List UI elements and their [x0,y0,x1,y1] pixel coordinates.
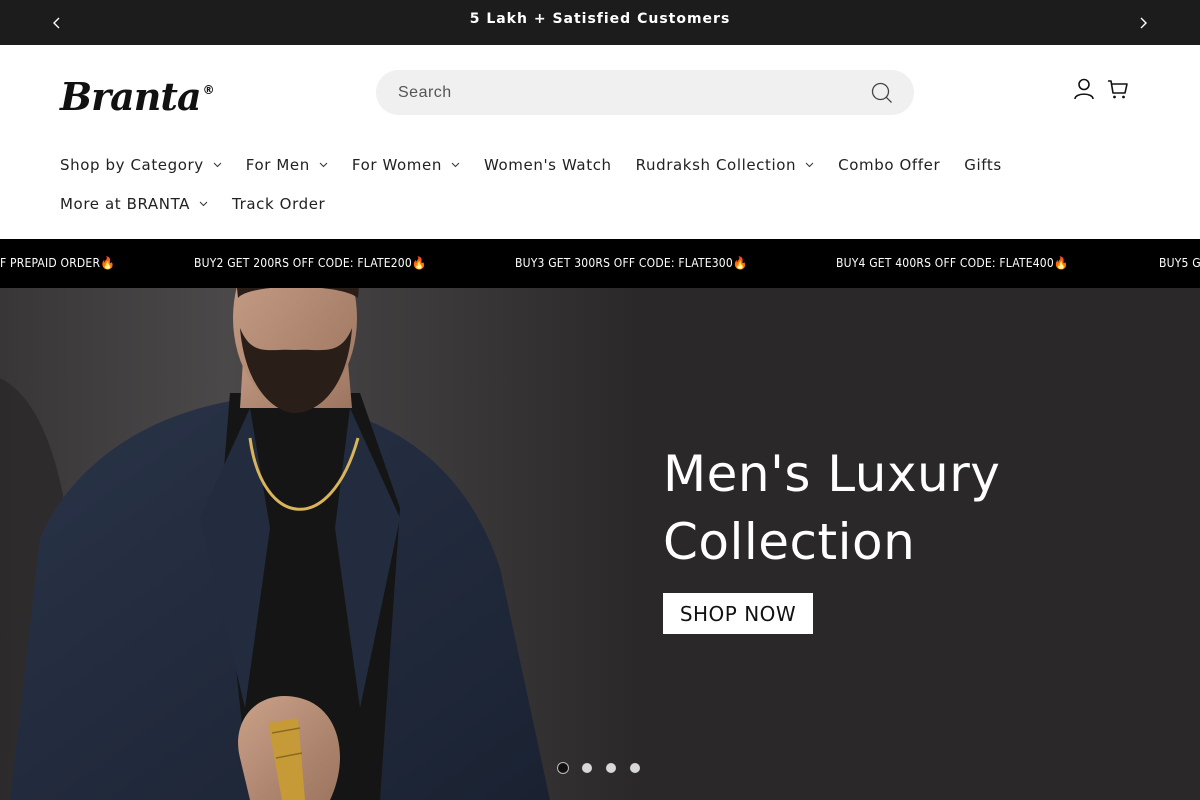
shop-now-button[interactable]: SHOP NOW [663,593,813,634]
announcement-text: 5 Lakh + Satisfied Customers [469,11,731,27]
nav-item-womens-watch[interactable]: Women's Watch [484,156,612,174]
hero-headline-line-2: Collection [663,513,916,571]
hero-headline-line-1: Men's Luxury [663,445,1001,503]
nav-item-label: Rudraksh Collection [635,155,797,174]
nav-row-2: More at BRANTA Track Order [60,184,1160,223]
slide-dot-3[interactable] [606,763,616,773]
chevron-down-icon [199,199,208,208]
announcement-bar: 5 Lakh + Satisfied Customers [0,0,1200,45]
search-icon[interactable] [870,81,894,105]
promo-item: BUY5 G [1159,256,1200,270]
cart-icon[interactable] [1105,76,1131,102]
nav-item-shop-by-category[interactable]: Shop by Category [60,156,222,174]
nav-item-combo-offer[interactable]: Combo Offer [838,156,940,174]
nav-item-more-at-branta[interactable]: More at BRANTA [60,195,208,213]
nav-item-label: Shop by Category [60,155,204,174]
user-icon[interactable] [1071,76,1097,102]
hero-headline: Men's Luxury Collection [663,440,1123,576]
promo-marquee: F PREPAID ORDER🔥 BUY2 GET 200RS OFF CODE… [0,239,1200,288]
brand-logo[interactable]: Branta ® [60,74,215,119]
chevron-down-icon [805,160,814,169]
nav-item-label: For Men [245,155,310,174]
site-header: Branta ® Shop by Category For Men For Wo… [0,45,1200,239]
promo-item: BUY3 GET 300RS OFF CODE: FLATE300🔥 [515,256,749,270]
slide-dot-2[interactable] [582,763,592,773]
nav-row-1: Shop by Category For Men For Women Women… [60,145,1160,184]
nav-item-label: Combo Offer [838,155,941,174]
promo-item: BUY4 GET 400RS OFF CODE: FLATE400🔥 [836,256,1070,270]
nav-item-label: Women's Watch [483,155,612,174]
slide-dot-1[interactable] [558,763,568,773]
nav-item-label: More at BRANTA [60,194,191,213]
logo-registered-mark: ® [202,83,215,97]
slide-indicators [558,763,640,773]
chevron-down-icon [451,160,460,169]
chevron-right-icon[interactable] [1133,13,1153,33]
slide-dot-4[interactable] [630,763,640,773]
nav-item-label: Gifts [964,155,1002,174]
main-navigation: Shop by Category For Men For Women Women… [60,145,1160,223]
nav-item-gifts[interactable]: Gifts [964,156,1002,174]
nav-item-label: Track Order [232,194,326,213]
search-bar [376,70,914,115]
promo-item: BUY2 GET 200RS OFF CODE: FLATE200🔥 [194,256,428,270]
search-input[interactable] [396,82,870,103]
nav-item-label: For Women [351,155,442,174]
nav-item-for-men[interactable]: For Men [246,156,328,174]
nav-item-for-women[interactable]: For Women [352,156,460,174]
hero-banner: Men's Luxury Collection SHOP NOW [0,288,1200,800]
promo-item: F PREPAID ORDER🔥 [0,256,116,270]
logo-text: Branta [60,74,202,119]
nav-item-rudraksh-collection[interactable]: Rudraksh Collection [636,156,815,174]
nav-item-track-order[interactable]: Track Order [232,195,325,213]
chevron-down-icon [319,160,328,169]
hero-model-image [0,288,550,800]
chevron-down-icon [213,160,222,169]
